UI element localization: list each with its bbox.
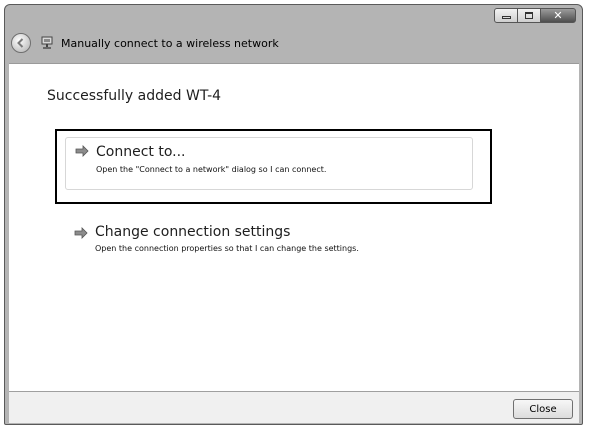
connect-to-title: Connect to... xyxy=(96,144,186,160)
wizard-title-row: Manually connect to a wireless network xyxy=(5,27,582,59)
change-settings-title: Change connection settings xyxy=(95,224,291,240)
page-heading: Successfully added WT-4 xyxy=(47,88,222,104)
wireless-network-icon xyxy=(41,36,53,49)
connect-to-description: Open the "Connect to a network" dialog s… xyxy=(96,165,327,174)
content-pane: Successfully added WT-4 Connect to... Op… xyxy=(9,63,579,391)
caption-buttons: ✕ xyxy=(494,8,576,23)
close-window-button[interactable]: ✕ xyxy=(540,8,576,23)
minimize-icon xyxy=(501,16,511,19)
green-arrow-icon xyxy=(74,227,88,239)
maximize-icon xyxy=(525,12,533,19)
close-icon: ✕ xyxy=(553,9,563,22)
change-settings-description: Open the connection properties so that I… xyxy=(95,244,359,253)
minimize-button[interactable] xyxy=(494,8,518,23)
close-button[interactable]: Close xyxy=(513,399,573,419)
back-arrow-icon xyxy=(17,38,24,48)
wizard-title: Manually connect to a wireless network xyxy=(61,36,279,50)
maximize-button[interactable] xyxy=(517,8,541,23)
change-settings-option[interactable]: Change connection settings Open the conn… xyxy=(65,222,473,266)
green-arrow-icon xyxy=(75,145,89,157)
wizard-footer: Close xyxy=(9,391,579,423)
wizard-window: ✕ Manually connect to a wireless network… xyxy=(4,4,583,425)
connect-to-option[interactable]: Connect to... Open the "Connect to a net… xyxy=(65,137,473,190)
back-button[interactable] xyxy=(11,33,31,53)
